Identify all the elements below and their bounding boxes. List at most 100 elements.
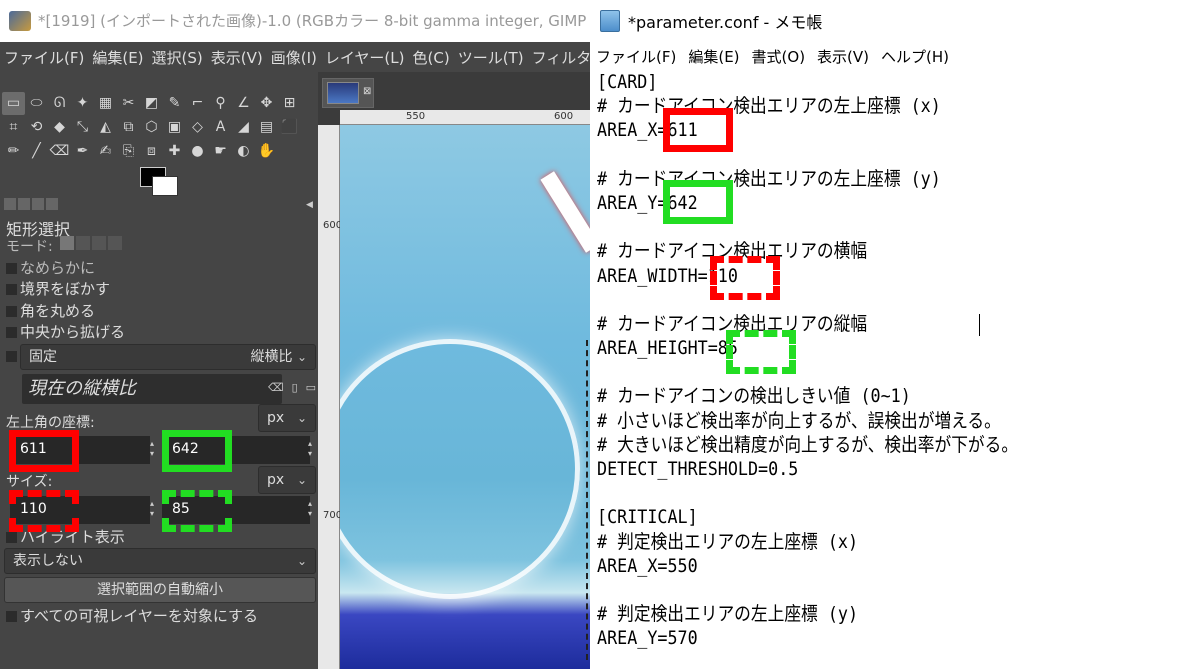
mode-subtract-button[interactable] [92, 236, 106, 250]
measure-icon[interactable]: ∠ [232, 92, 255, 115]
gimp-menu-colors[interactable]: 色(C) [409, 47, 454, 68]
highlight-checkbox[interactable] [6, 532, 17, 543]
heal-icon[interactable]: ✚ [163, 140, 186, 163]
rounded-option[interactable]: 角を丸める [6, 300, 95, 321]
close-icon[interactable]: ⊠ [363, 86, 371, 97]
lasso-icon[interactable]: ᘏ [48, 92, 71, 115]
notepad-menu-edit[interactable]: 編集(E) [682, 46, 745, 67]
fixed-dropdown[interactable]: 固定 縦横比 ⌄ [20, 344, 316, 370]
landscape-icon[interactable]: ▭ [306, 381, 316, 394]
current-ratio-field[interactable]: 現在の縦横比 [22, 374, 282, 404]
flip-icon[interactable]: ◭ [94, 116, 117, 139]
shrink-merged-option[interactable]: すべての可視レイヤーを対象にする [6, 605, 258, 626]
notepad-window: *parameter.conf - メモ帳 ファイル(F) 編集(E) 書式(O… [590, 0, 1200, 669]
gimp-menu-select[interactable]: 選択(S) [148, 47, 207, 68]
gimp-menu-layer[interactable]: レイヤー(L) [321, 47, 409, 68]
image-canvas[interactable] [340, 125, 590, 669]
rect-select-icon[interactable]: ▭ [2, 92, 25, 115]
warp-transform-icon[interactable]: ◇ [186, 116, 209, 139]
notepad-menu-format[interactable]: 書式(O) [746, 46, 812, 67]
background-color-swatch[interactable] [152, 176, 178, 196]
ink-icon[interactable]: ⬛ [278, 116, 301, 139]
width-stepper[interactable]: ▴ ▾ [150, 499, 154, 519]
text-icon[interactable]: A [209, 116, 232, 139]
unified-transform-icon[interactable]: ⟲ [25, 116, 48, 139]
mypaint-icon[interactable]: ✍ [94, 140, 117, 163]
burn-icon[interactable]: ✋ [255, 140, 278, 163]
eraser-icon[interactable]: ⌫ [48, 140, 71, 163]
gimp-menu-image[interactable]: 画像(I) [267, 47, 321, 68]
pencil-icon[interactable]: ✏ [2, 140, 25, 163]
gimp-menu-view[interactable]: 表示(V) [207, 47, 267, 68]
undo-history-tab[interactable] [32, 198, 44, 210]
move-icon[interactable]: ✥ [255, 92, 278, 115]
antialias-option[interactable]: なめらかに [6, 257, 95, 278]
airbrush-icon[interactable]: ✒ [71, 140, 94, 163]
gradient-icon[interactable]: ▤ [255, 116, 278, 139]
notepad-menu-help[interactable]: ヘルプ(H) [875, 46, 955, 67]
clear-icon[interactable]: ⌫ [268, 381, 284, 394]
text-line: [CRITICAL] [597, 506, 698, 529]
foreground-select-icon[interactable]: ◩ [140, 92, 163, 115]
mode-intersect-button[interactable] [108, 236, 122, 250]
expand-center-option[interactable]: 中央から拡げる [6, 321, 125, 342]
zoom-icon[interactable]: ⚲ [209, 92, 232, 115]
align-icon[interactable]: ⊞ [278, 92, 301, 115]
perspective-icon[interactable]: ⧉ [117, 116, 140, 139]
paths-icon[interactable]: ✎ [163, 92, 186, 115]
canvas-circle [340, 339, 580, 599]
selection-marquee [586, 340, 588, 660]
mode-add-button[interactable] [76, 236, 90, 250]
crop-icon[interactable]: ⌗ [2, 116, 25, 139]
position-y-stepper[interactable]: ▴ ▾ [308, 439, 312, 459]
height-stepper[interactable]: ▴ ▾ [308, 499, 312, 519]
cage-icon[interactable]: ⬡ [140, 116, 163, 139]
fuzzy-select-icon[interactable]: ✦ [71, 92, 94, 115]
notepad-menu-file[interactable]: ファイル(F) [590, 46, 682, 67]
perspective-clone-icon[interactable]: ⧈ [140, 140, 163, 163]
mode-replace-button[interactable] [60, 236, 74, 250]
color-picker-icon[interactable]: ⌐ [186, 92, 209, 115]
image-tab[interactable]: ⊠ [322, 78, 374, 108]
warp-icon[interactable]: ◆ [48, 116, 71, 139]
3d-transform-icon[interactable]: ▣ [163, 116, 186, 139]
feather-checkbox[interactable] [6, 284, 17, 295]
position-unit-dropdown[interactable]: px ⌄ [258, 404, 316, 432]
scissors-icon[interactable]: ✂ [117, 92, 140, 115]
notepad-titlebar: *parameter.conf - メモ帳 [590, 0, 1200, 42]
notepad-text-area[interactable]: [CARD] # カードアイコン検出エリアの左上座標 (x) AREA_X=61… [597, 70, 1197, 669]
bucket-fill-icon[interactable]: ◢ [232, 116, 255, 139]
shrink-merged-checkbox[interactable] [6, 611, 17, 622]
paintbrush-icon[interactable]: ╱ [25, 140, 48, 163]
antialias-checkbox[interactable] [6, 263, 17, 274]
area-height-highlight-box [726, 330, 796, 374]
notepad-menubar: ファイル(F) 編集(E) 書式(O) 表示(V) ヘルプ(H) [590, 42, 1200, 70]
feather-option[interactable]: 境界をぼかす [6, 278, 110, 299]
fixed-checkbox[interactable] [6, 351, 17, 362]
images-tab[interactable] [46, 198, 58, 210]
dodge-icon[interactable]: ◐ [232, 140, 255, 163]
expand-center-checkbox[interactable] [6, 327, 17, 338]
position-x-stepper[interactable]: ▴ ▾ [150, 439, 154, 459]
guides-dropdown[interactable]: 表示しない ⌄ [4, 548, 316, 574]
color-select-icon[interactable]: ▦ [94, 92, 117, 115]
smudge-icon[interactable]: ☛ [209, 140, 232, 163]
tool-options-tab[interactable] [4, 198, 16, 210]
ellipse-select-icon[interactable]: ⬭ [25, 92, 48, 115]
gimp-menu-file[interactable]: ファイル(F) [0, 47, 88, 68]
portrait-icon[interactable]: ▯ [292, 381, 298, 394]
auto-shrink-button[interactable]: 選択範囲の自動縮小 [4, 577, 316, 603]
text-line: # カードアイコンの検出しきい値 (0~1) [597, 385, 911, 408]
tab-menu-icon[interactable]: ◀ [306, 200, 313, 210]
gimp-menu-edit[interactable]: 編集(E) [88, 47, 147, 68]
clone-icon[interactable]: ⎘ [117, 140, 140, 163]
gimp-menu-filters[interactable]: フィルター(R) [528, 47, 590, 68]
dock-tab-strip [4, 198, 60, 213]
rounded-checkbox[interactable] [6, 306, 17, 317]
size-unit-dropdown[interactable]: px ⌄ [258, 466, 316, 494]
notepad-menu-view[interactable]: 表示(V) [811, 46, 875, 67]
device-status-tab[interactable] [18, 198, 30, 210]
handle-transform-icon[interactable]: ⤡ [71, 116, 94, 139]
blur-icon[interactable]: ● [186, 140, 209, 163]
gimp-menu-tools[interactable]: ツール(T) [454, 47, 528, 68]
